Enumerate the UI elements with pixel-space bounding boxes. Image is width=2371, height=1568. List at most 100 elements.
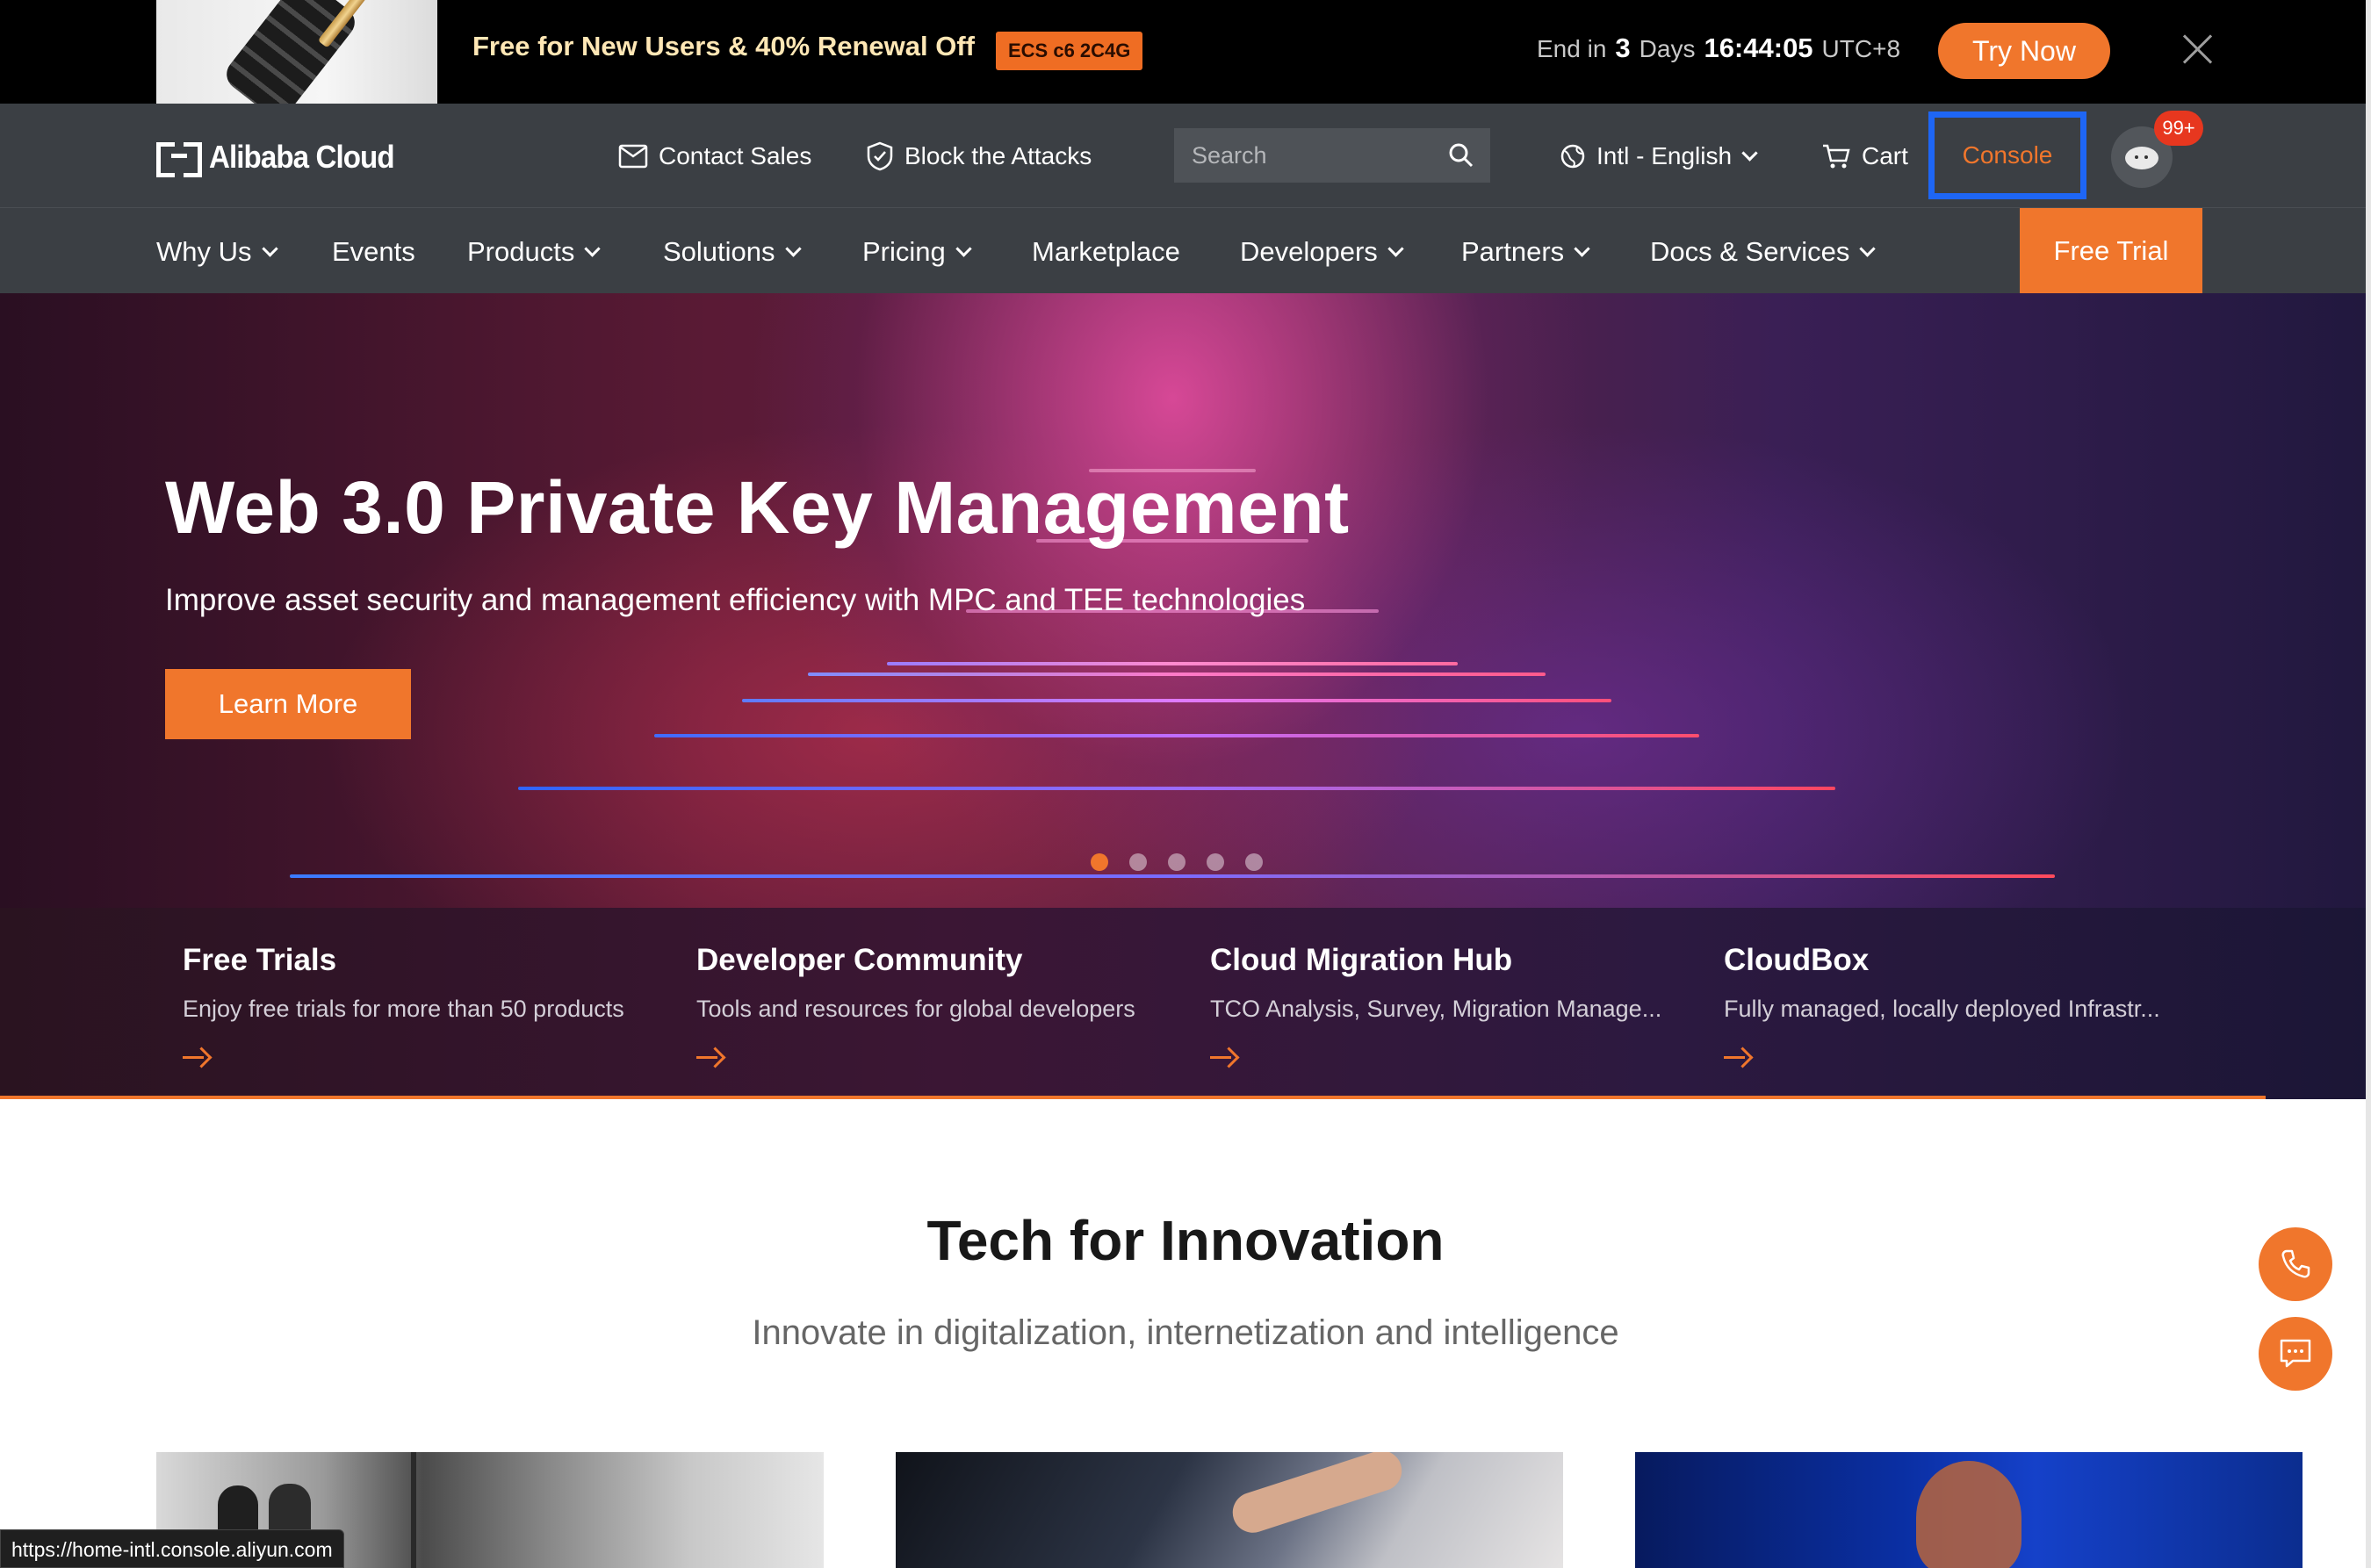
contact-sales-link[interactable]: Contact Sales	[618, 139, 811, 174]
nav-partners-label: Partners	[1461, 236, 1565, 267]
language-selector[interactable]: Intl - English	[1560, 139, 1758, 174]
hero-banner[interactable]: Web 3.0 Private Key Management Improve a…	[0, 293, 2371, 908]
chevron-down-icon	[955, 240, 972, 257]
notification-badge: 99+	[2154, 111, 2203, 146]
quick-link-title: CloudBox	[1724, 943, 1870, 977]
innovation-card-image[interactable]	[1635, 1452, 2303, 1568]
alibaba-cloud-logo[interactable]: Alibaba Cloud	[156, 139, 410, 177]
nav-why-us-label: Why Us	[156, 236, 252, 267]
main-navigation: Why Us Events Products Solutions Pricing…	[0, 207, 2371, 294]
hero-decor-line	[887, 662, 1458, 665]
cart-icon	[1823, 144, 1850, 169]
nav-products-label: Products	[467, 236, 575, 267]
language-label: Intl - English	[1596, 142, 1733, 169]
quick-link-desc: Tools and resources for global developer…	[696, 996, 1135, 1022]
hero-decor-line	[290, 874, 2055, 878]
quick-link-title: Free Trials	[183, 943, 337, 977]
nav-solutions[interactable]: Solutions	[663, 234, 802, 270]
chat-icon	[2280, 1339, 2311, 1368]
arrow-right-icon	[1724, 1047, 1750, 1068]
nav-docs-services-label: Docs & Services	[1650, 236, 1850, 267]
close-icon[interactable]	[2178, 30, 2216, 68]
quick-link-title: Cloud Migration Hub	[1210, 943, 1513, 977]
carousel-dot[interactable]	[1207, 853, 1224, 871]
quick-link-free-trials[interactable]: Free Trials Enjoy free trials for more t…	[183, 943, 674, 1068]
block-attacks-label: Block the Attacks	[904, 142, 1092, 169]
nav-partners[interactable]: Partners	[1461, 234, 1590, 270]
quick-link-cloudbox[interactable]: CloudBox Fully managed, locally deployed…	[1724, 943, 2216, 1068]
nav-solutions-label: Solutions	[663, 236, 775, 267]
carousel-dots	[1091, 853, 1263, 871]
quick-link-developer-community[interactable]: Developer Community Tools and resources …	[696, 943, 1188, 1068]
chevron-down-icon	[261, 240, 278, 257]
block-attacks-link[interactable]: Block the Attacks	[866, 139, 1092, 174]
shield-icon	[867, 141, 893, 171]
nav-pricing[interactable]: Pricing	[862, 234, 972, 270]
quick-link-desc: TCO Analysis, Survey, Migration Manage..…	[1210, 996, 1662, 1022]
contact-sales-label: Contact Sales	[659, 142, 812, 169]
arrow-right-icon	[696, 1047, 723, 1068]
section-subtitle: Innovate in digitalization, internetizat…	[752, 1313, 1619, 1352]
chat-button[interactable]	[2259, 1317, 2332, 1391]
chevron-down-icon	[1741, 144, 1758, 162]
console-button[interactable]: Console	[1928, 111, 2086, 199]
nav-why-us[interactable]: Why Us	[156, 234, 278, 270]
search-box	[1174, 128, 1490, 183]
quick-link-desc: Fully managed, locally deployed Infrastr…	[1724, 996, 2160, 1022]
carousel-dot[interactable]	[1168, 853, 1186, 871]
hero-decor-line	[518, 787, 1835, 790]
promo-badge: ECS c6 2C4G	[996, 32, 1143, 70]
hero-subtitle: Improve asset security and management ef…	[165, 583, 1306, 617]
nav-marketplace[interactable]: Marketplace	[1032, 234, 1180, 270]
cart-label: Cart	[1862, 142, 1908, 169]
quick-link-cloud-migration-hub[interactable]: Cloud Migration Hub TCO Analysis, Survey…	[1210, 943, 1702, 1068]
innovation-card-image[interactable]	[896, 1452, 1563, 1568]
cart-link[interactable]: Cart	[1821, 139, 1908, 174]
nav-developers-label: Developers	[1240, 236, 1378, 267]
nav-developers[interactable]: Developers	[1240, 234, 1404, 270]
carousel-dot[interactable]	[1129, 853, 1147, 871]
chevron-down-icon	[1574, 240, 1590, 257]
globe-icon	[1560, 144, 1585, 169]
countdown-timezone: UTC+8	[1821, 35, 1901, 62]
search-icon[interactable]	[1448, 142, 1474, 169]
quick-links: Free Trials Enjoy free trials for more t…	[0, 908, 2371, 1099]
page-scrollbar[interactable]	[2366, 0, 2371, 1568]
arrow-right-icon	[1210, 1047, 1236, 1068]
chevron-down-icon	[584, 240, 602, 257]
countdown-days: 3	[1615, 32, 1631, 63]
try-now-button[interactable]: Try Now	[1938, 23, 2110, 79]
free-trial-button[interactable]: Free Trial	[2020, 208, 2202, 294]
quick-link-desc: Enjoy free trials for more than 50 produ…	[183, 996, 624, 1022]
top-navigation: Alibaba Cloud Contact Sales Block the At…	[0, 104, 2371, 207]
countdown-days-label: Days	[1639, 35, 1696, 62]
nav-docs-services[interactable]: Docs & Services	[1650, 234, 1877, 270]
hero-decor-line	[654, 734, 1699, 737]
link-preview-statusbar: https://home-intl.console.aliyun.com	[0, 1529, 344, 1568]
quick-link-title: Developer Community	[696, 943, 1023, 977]
logo-icon	[156, 142, 202, 177]
promo-text[interactable]: Free for New Users & 40% Renewal Off	[472, 31, 975, 62]
mail-icon	[618, 144, 648, 169]
phone-icon	[2281, 1249, 2310, 1278]
search-input[interactable]	[1174, 128, 1429, 183]
section-title: Tech for Innovation	[926, 1209, 1445, 1272]
robot-face-icon	[2125, 147, 2158, 169]
nav-products[interactable]: Products	[467, 234, 602, 270]
hero-decor-line	[742, 699, 1611, 702]
carousel-dot[interactable]	[1245, 853, 1263, 871]
chevron-down-icon	[1387, 240, 1404, 257]
nav-events-label: Events	[332, 236, 415, 267]
nav-events[interactable]: Events	[332, 234, 415, 270]
learn-more-button[interactable]: Learn More	[165, 669, 411, 739]
chevron-down-icon	[784, 240, 802, 257]
countdown-time: 16:44:05	[1704, 32, 1813, 63]
hero-title: Web 3.0 Private Key Management	[165, 466, 1350, 549]
hero-decor-line	[808, 673, 1546, 676]
promo-countdown: End in 3 Days 16:44:05 UTC+8	[1537, 32, 1900, 64]
carousel-dot[interactable]	[1091, 853, 1108, 871]
phone-button[interactable]	[2259, 1227, 2332, 1301]
countdown-prefix: End in	[1537, 35, 1607, 62]
arrow-right-icon	[183, 1047, 209, 1068]
promo-product-image[interactable]	[156, 0, 437, 104]
